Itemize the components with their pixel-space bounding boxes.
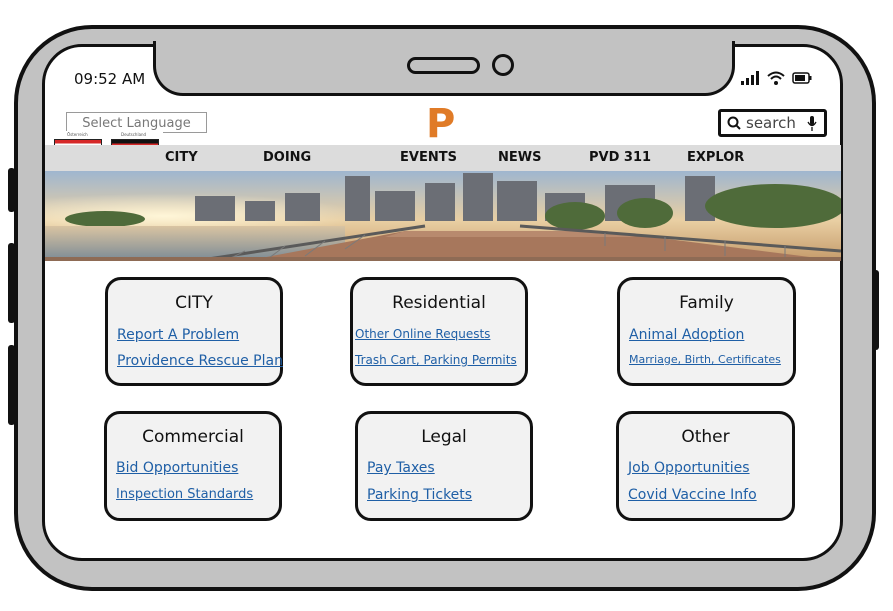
- card-title: Legal: [421, 427, 467, 447]
- microphone-icon[interactable]: [807, 115, 817, 131]
- card-title: Commercial: [142, 427, 244, 447]
- link-pay-taxes[interactable]: Pay Taxes: [367, 460, 435, 476]
- card-other[interactable]: Other Job Opportunities Covid Vaccine In…: [616, 411, 795, 521]
- link-animal-adoption[interactable]: Animal Adoption: [629, 327, 744, 343]
- card-title: Residential: [392, 293, 486, 313]
- status-time: 09:52 AM: [74, 70, 146, 88]
- volume-down-button: [8, 345, 15, 425]
- search-input[interactable]: search: [746, 114, 796, 132]
- search-icon: [727, 116, 741, 130]
- city-logo[interactable]: P: [426, 104, 455, 144]
- battery-icon: [792, 72, 812, 84]
- card-family[interactable]: Family Animal Adoption Marriage, Birth, …: [617, 277, 796, 386]
- hero-banner-image: [45, 171, 841, 261]
- nav-item-city[interactable]: CITY: [165, 150, 198, 165]
- card-title: Family: [679, 293, 734, 313]
- link-covid-vaccine[interactable]: Covid Vaccine Info: [628, 487, 757, 503]
- side-button: [872, 270, 879, 350]
- link-rescue-plan[interactable]: Providence Rescue Plan: [117, 353, 283, 369]
- link-report-problem[interactable]: Report A Problem: [117, 327, 239, 343]
- link-inspection-standards[interactable]: Inspection Standards: [116, 487, 253, 502]
- wifi-icon: [767, 71, 785, 85]
- search-box[interactable]: search: [718, 109, 827, 137]
- power-button: [8, 168, 15, 212]
- flag-label-germany: Deutschland: [121, 132, 147, 137]
- main-nav: CITY DOING EVENTS NEWS PVD 311 EXPLOR: [45, 145, 841, 171]
- flag-label-austria: Österreich: [67, 132, 88, 137]
- link-trash-parking[interactable]: Trash Cart, Parking Permits: [355, 353, 517, 367]
- card-commercial[interactable]: Commercial Bid Opportunities Inspection …: [104, 411, 282, 521]
- card-title: CITY: [175, 293, 213, 313]
- link-bid-opportunities[interactable]: Bid Opportunities: [116, 460, 238, 476]
- nav-item-explore[interactable]: EXPLOR: [687, 150, 744, 165]
- link-certificates[interactable]: Marriage, Birth, Certificates: [629, 353, 781, 366]
- nav-item-events[interactable]: EVENTS: [400, 150, 457, 165]
- nav-item-pvd311[interactable]: PVD 311: [589, 150, 651, 165]
- card-residential[interactable]: Residential Other Online Requests Trash …: [350, 277, 528, 386]
- camera-icon: [492, 54, 514, 76]
- language-select[interactable]: Select Language: [66, 112, 207, 133]
- link-parking-tickets[interactable]: Parking Tickets: [367, 487, 472, 503]
- speaker-grille: [407, 57, 480, 74]
- status-icons: [741, 69, 812, 87]
- link-online-requests[interactable]: Other Online Requests: [355, 327, 490, 341]
- card-title: Other: [681, 427, 730, 447]
- card-legal[interactable]: Legal Pay Taxes Parking Tickets: [355, 411, 533, 521]
- volume-up-button: [8, 243, 15, 323]
- card-city[interactable]: CITY Report A Problem Providence Rescue …: [105, 277, 283, 386]
- signal-icon: [741, 71, 759, 85]
- nav-item-news[interactable]: NEWS: [498, 150, 541, 165]
- nav-item-doing[interactable]: DOING: [263, 150, 311, 165]
- link-job-opportunities[interactable]: Job Opportunities: [628, 460, 750, 476]
